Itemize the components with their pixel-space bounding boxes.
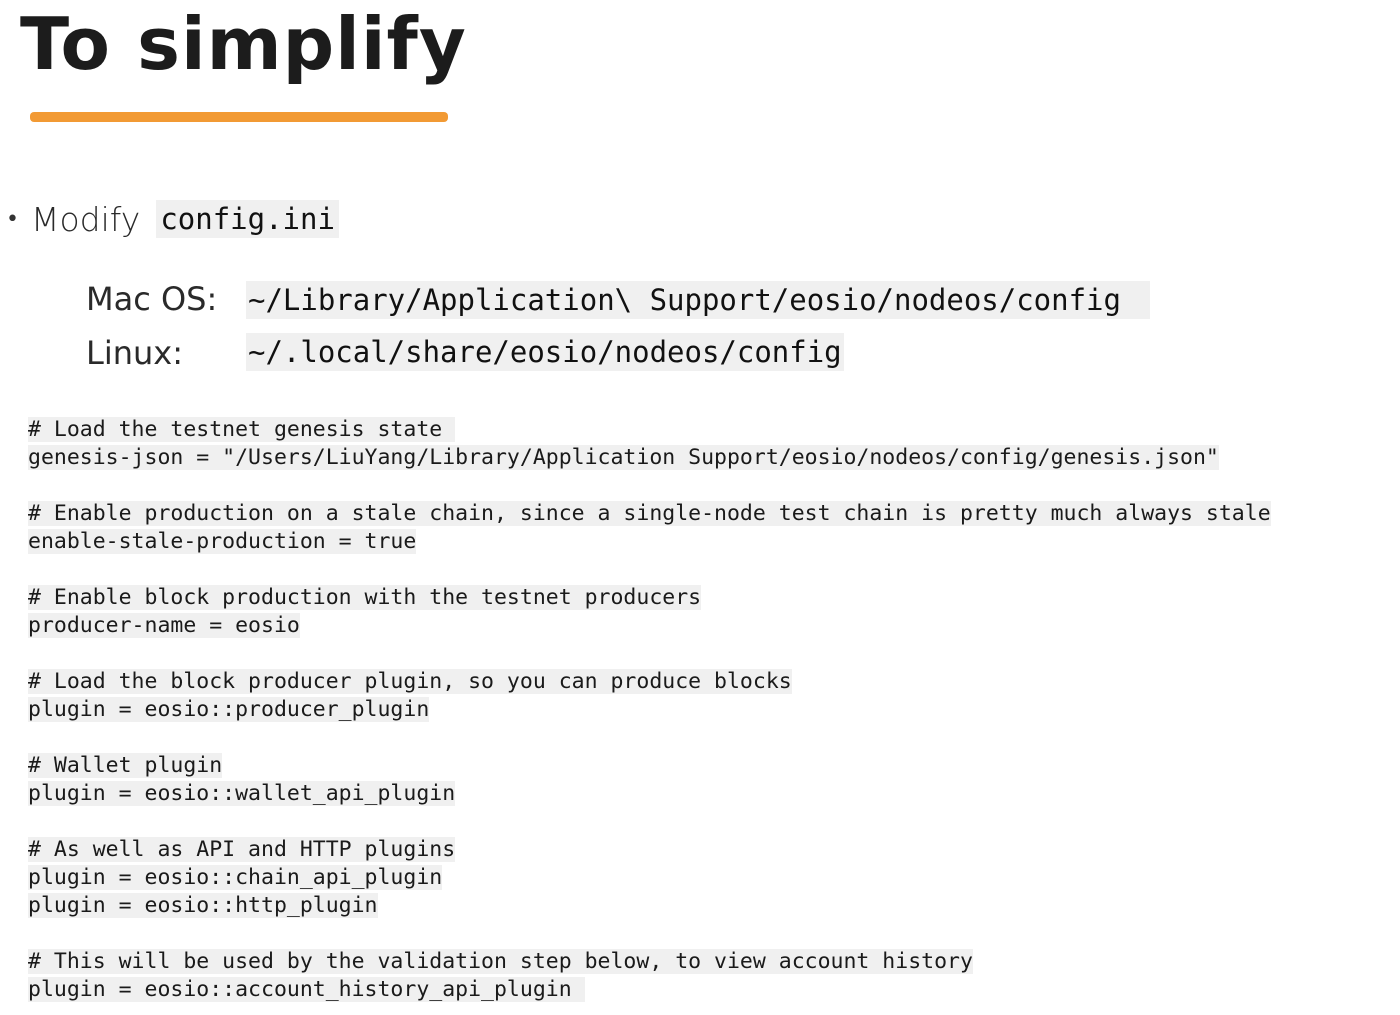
code-setting: plugin = eosio::chain_api_plugin [28,865,443,890]
title-underline [30,112,448,122]
bullet-icon: • [6,206,19,232]
config-code-block: # Load the testnet genesis state genesis… [28,416,1393,1004]
code-setting: genesis-json = "/Users/LiuYang/Library/A… [28,445,1219,470]
mac-os-path: ~/Library/Application\ Support/eosio/nod… [246,281,1150,319]
code-setting: enable-stale-production = true [28,529,417,554]
code-comment: # Enable block production with the testn… [28,585,702,610]
code-setting: plugin = eosio::wallet_api_plugin [28,781,456,806]
bullet-text: Modify [30,199,141,239]
code-comment: # Load the block producer plugin, so you… [28,669,792,694]
bullet-item: • Modify config.ini [6,196,339,242]
code-comment: # Enable production on a stale chain, si… [28,501,1271,526]
code-setting: plugin = eosio::account_history_api_plug… [28,977,585,1002]
config-filename: config.ini [156,200,339,238]
code-comment: # Wallet plugin [28,753,223,778]
code-setting: producer-name = eosio [28,613,300,638]
code-comment: # As well as API and HTTP plugins [28,837,456,862]
code-setting: plugin = eosio::producer_plugin [28,697,430,722]
code-setting: plugin = eosio::http_plugin [28,893,378,918]
code-comment: # Load the testnet genesis state [28,417,456,442]
linux-path: ~/.local/share/eosio/nodeos/config [246,333,844,371]
mac-os-label: Mac OS: [86,280,218,318]
linux-label: Linux: [86,334,183,372]
code-comment: # This will be used by the validation st… [28,949,973,974]
slide-title: To simplify [20,2,467,86]
